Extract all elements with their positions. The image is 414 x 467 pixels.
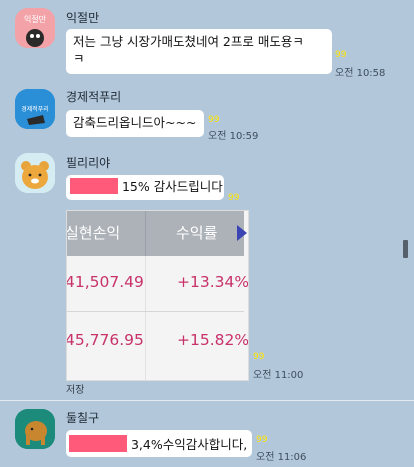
avatar-dulchilgu[interactable] [15, 409, 55, 449]
chat-divider [0, 400, 414, 401]
message-group-1: 익절만 익절만 저는 그냥 시장가매도쳤네여 2프로 매도용ㅋ ㅋ 99 오전 … [0, 0, 414, 80]
unread-count: 99 [253, 352, 265, 362]
avatar-pillirya[interactable] [15, 153, 55, 193]
avatar-text: 익절만 [24, 14, 47, 24]
message-group-2: 경제적푸리 경제적푸리 감축드리옵니드아~~~ 99 오전 10:59 [0, 80, 414, 150]
avatar-ikjeolman[interactable]: 익절만 [15, 8, 55, 48]
message-group-3: 필리리야 15% 감사드립니다 99 실현손익 수익률 41,507.49 +1… [0, 148, 414, 398]
unread-count: 99 [228, 193, 240, 203]
message-bubble[interactable]: 저는 그냥 시장가매도쳤네여 2프로 매도용ㅋ ㅋ [66, 29, 332, 74]
avatar-gyeongjejeokpuri[interactable]: 경제적푸리 [15, 89, 55, 129]
table-cell-pnl: 41,507.49 [66, 273, 144, 291]
saved-label[interactable]: 저장 [66, 381, 84, 396]
column-header-pnl: 실현손익 [66, 224, 121, 242]
unread-count: 99 [335, 50, 347, 60]
table-cell-rate: +13.34% [177, 273, 249, 291]
redaction-block [70, 178, 118, 194]
sender-name: 둘칠구 [66, 411, 100, 425]
unread-count: 99 [208, 115, 220, 125]
message-bubble[interactable]: 3,4%수익감사합니다, [66, 430, 252, 457]
message-text-line1: 저는 그냥 시장가매도쳤네여 2프로 매도용ㅋ [73, 34, 304, 49]
message-bubble[interactable]: 감축드리옵니드아~~~ [66, 110, 204, 137]
message-text: 3,4%수익감사합니다, [130, 437, 248, 452]
scroll-right-arrow-icon[interactable] [237, 225, 247, 241]
column-divider [145, 256, 146, 380]
newspaper-avatar-icon: 경제적푸리 [15, 89, 55, 129]
message-text-line2: ㅋ [73, 51, 85, 66]
header-divider [145, 211, 146, 256]
shared-image-card[interactable]: 실현손익 수익률 41,507.49 +13.34% 45,776.95 +15… [66, 210, 249, 381]
message-text: 감축드리옵니드아~~~ [73, 115, 197, 130]
table-header: 실현손익 수익률 [66, 211, 247, 256]
message-bubble[interactable]: 15% 감사드립니다 [66, 175, 224, 200]
message-time: 오전 11:00 [253, 370, 304, 381]
sender-name: 경제적푸리 [66, 90, 122, 104]
sender-name: 익절만 [66, 11, 100, 25]
unread-count: 99 [256, 435, 268, 445]
message-group-4: 둘칠구 3,4%수익감사합니다, 99 오전 11:06 [0, 402, 414, 467]
scrollbar-thumb[interactable] [403, 240, 408, 258]
column-header-rate: 수익률 [176, 224, 218, 242]
ryan-bear-avatar-icon [15, 153, 55, 193]
sender-name: 필리리야 [66, 156, 111, 170]
message-time: 오전 11:06 [256, 452, 307, 463]
table-cell-rate: +15.82% [177, 331, 249, 349]
message-text: 15% 감사드립니다 [121, 179, 223, 194]
table-cell-pnl: 45,776.95 [66, 331, 144, 349]
elephant-avatar-icon [15, 409, 55, 449]
message-time: 오전 10:58 [335, 68, 386, 79]
redaction-block [69, 435, 127, 452]
message-time: 오전 10:59 [208, 131, 259, 142]
avatar-text: 경제적푸리 [21, 105, 49, 113]
smiley-avatar-icon: 익절만 [15, 8, 55, 48]
row-divider [67, 311, 244, 312]
